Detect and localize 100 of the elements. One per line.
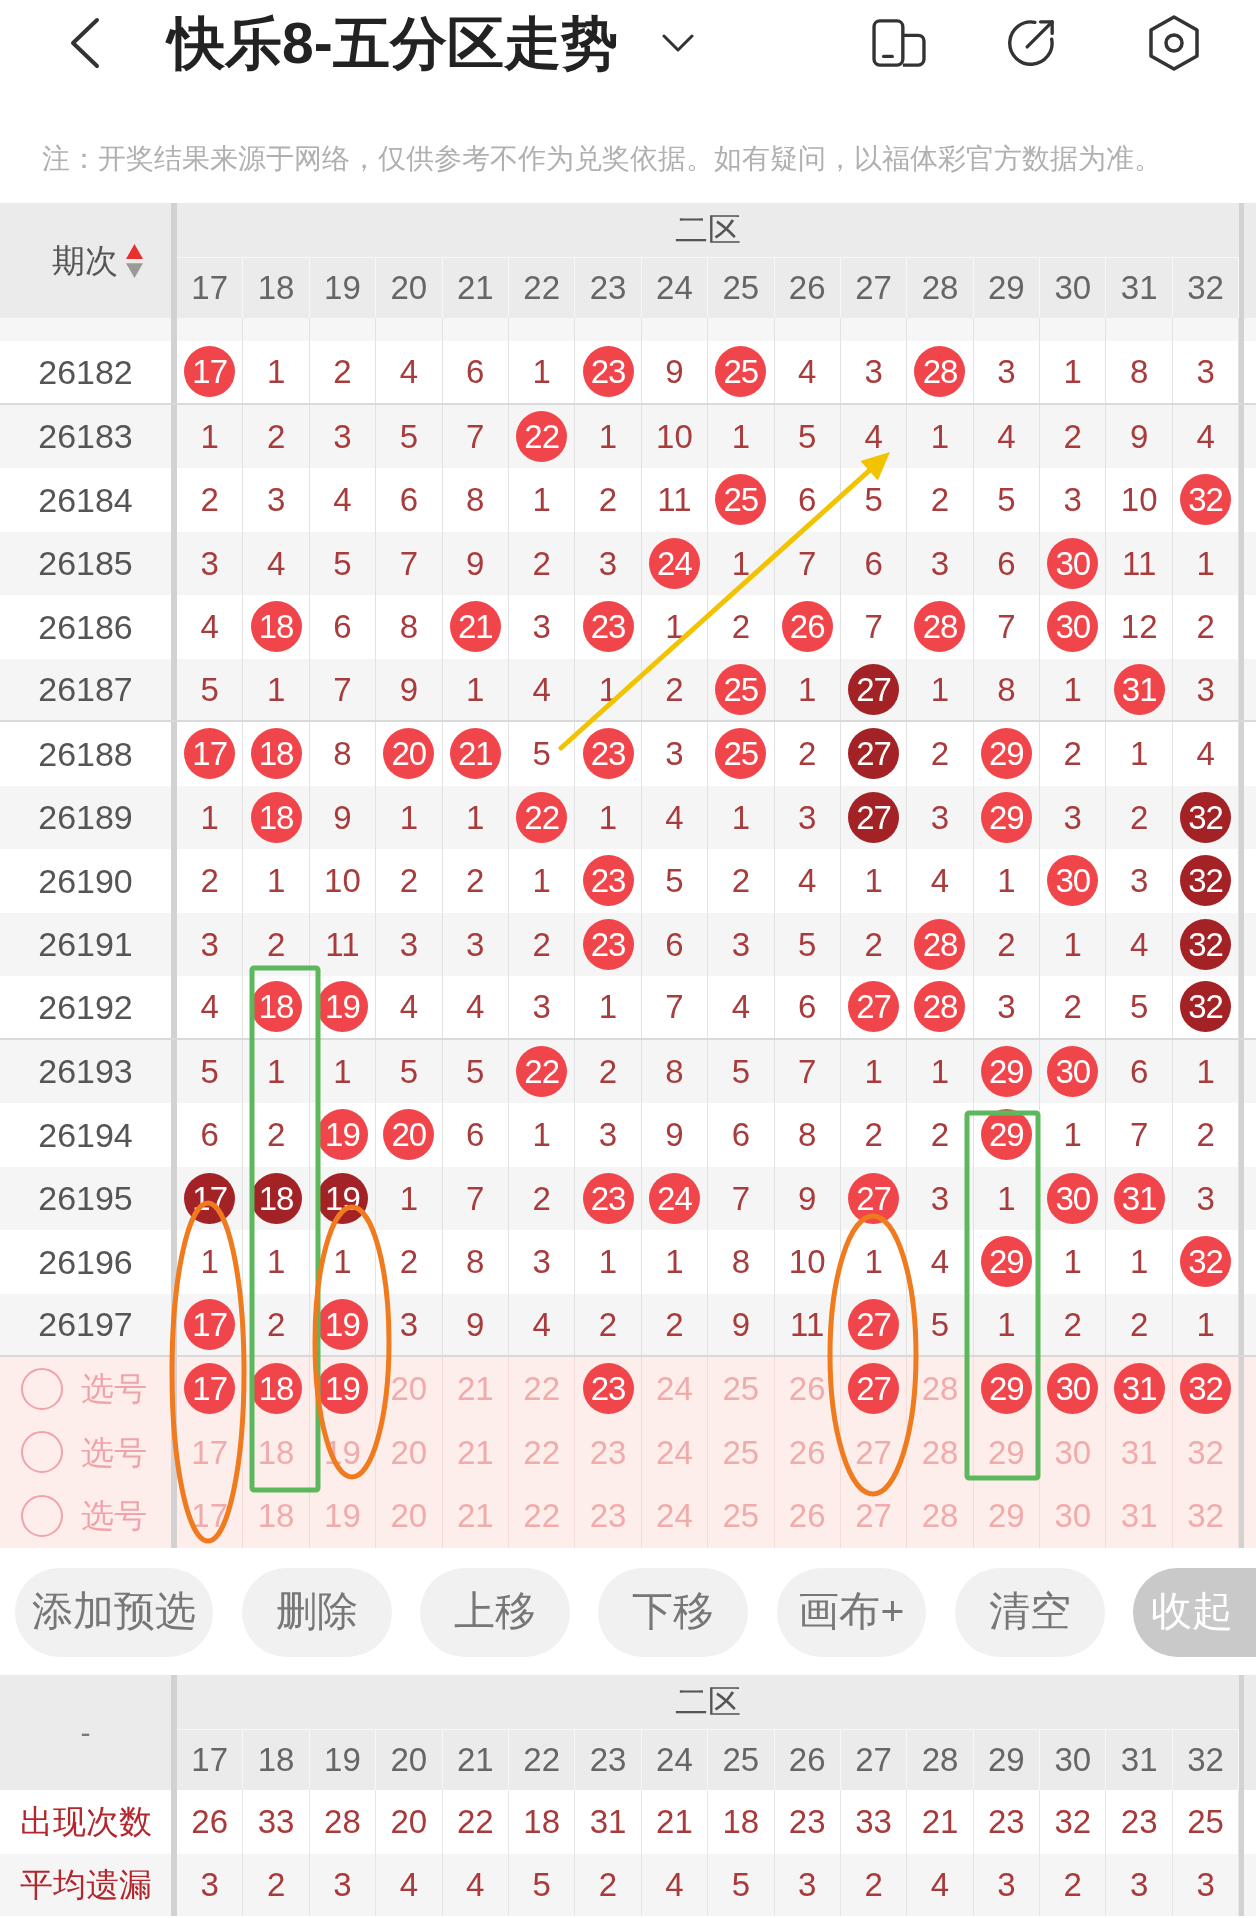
action-button[interactable]: 下移 xyxy=(598,1567,749,1657)
pick-number[interactable]: 28 xyxy=(921,1499,959,1533)
pick-number[interactable]: 27 xyxy=(855,1435,892,1469)
miss-count: 2 xyxy=(864,927,883,961)
corner-label: - xyxy=(80,1714,91,1751)
pick-number[interactable]: 22 xyxy=(523,1372,560,1406)
miss-count: 1 xyxy=(399,800,419,834)
pick-number[interactable]: 20 xyxy=(390,1499,428,1533)
miss-count: 9 xyxy=(1130,419,1149,453)
pick-number[interactable]: 29 xyxy=(988,1499,1025,1533)
miss-count: 1 xyxy=(532,483,551,517)
action-button[interactable]: 上移 xyxy=(420,1567,570,1657)
miss-count: 1 xyxy=(266,1054,286,1088)
pick-number[interactable]: 17 xyxy=(191,1435,229,1469)
pick-number[interactable]: 26 xyxy=(788,1372,826,1406)
column-header[interactable]: 期次 xyxy=(52,235,118,286)
miss-count: 1 xyxy=(200,800,219,834)
pick-number[interactable]: 29 xyxy=(988,1435,1025,1469)
sort-icon[interactable] xyxy=(126,243,143,278)
miss-count: 1 xyxy=(1063,927,1082,961)
miss-count: 4 xyxy=(1130,927,1149,961)
radio-button[interactable] xyxy=(21,1431,63,1474)
miss-count: 1 xyxy=(200,1245,219,1279)
pick-number[interactable]: 28 xyxy=(921,1435,959,1469)
miss-count: 3 xyxy=(532,990,551,1024)
pick-number[interactable]: 26 xyxy=(788,1499,826,1533)
miss-count: 6 xyxy=(466,355,485,389)
pick-number[interactable]: 31 xyxy=(1120,1435,1158,1469)
miss-count: 8 xyxy=(997,672,1016,706)
pick-number[interactable]: 23 xyxy=(589,1499,627,1533)
pick-number[interactable]: 32 xyxy=(1187,1499,1224,1533)
radio-button[interactable] xyxy=(21,1367,63,1410)
miss-count: 1 xyxy=(1130,1245,1149,1279)
action-button[interactable]: 画布+ xyxy=(776,1567,927,1657)
miss-count: 1 xyxy=(1130,737,1149,771)
pick-number[interactable]: 24 xyxy=(656,1499,693,1533)
miss-count: 2 xyxy=(1063,990,1082,1024)
action-button[interactable]: 添加预选 xyxy=(15,1567,214,1657)
pick-number[interactable]: 24 xyxy=(656,1435,693,1469)
settings-icon[interactable] xyxy=(1148,15,1200,71)
action-button[interactable]: 删除 xyxy=(241,1567,392,1657)
screens-icon[interactable] xyxy=(872,19,926,67)
column-number: 29 xyxy=(988,1739,1025,1780)
stat-value: 4 xyxy=(466,1868,485,1901)
pick-number[interactable]: 19 xyxy=(324,1499,361,1533)
pick-label: 选号 xyxy=(81,1435,147,1469)
pick-number[interactable]: 22 xyxy=(523,1435,560,1469)
pick-number[interactable]: 25 xyxy=(722,1372,760,1406)
pick-number[interactable]: 30 xyxy=(1054,1435,1092,1469)
column-number: 23 xyxy=(589,268,627,309)
pick-number[interactable]: 21 xyxy=(456,1372,494,1406)
pick-number[interactable]: 23 xyxy=(589,1435,627,1469)
miss-count: 2 xyxy=(997,927,1016,961)
miss-count: 4 xyxy=(399,355,419,389)
miss-count: 1 xyxy=(466,800,485,834)
column-number: 31 xyxy=(1120,268,1158,309)
pick-number[interactable]: 26 xyxy=(788,1435,826,1469)
column-number: 17 xyxy=(191,268,229,309)
pick-number[interactable]: 20 xyxy=(390,1435,428,1469)
issue-number: 26193 xyxy=(38,1054,133,1089)
pick-number[interactable]: 18 xyxy=(257,1435,295,1469)
pick-number[interactable]: 24 xyxy=(656,1372,693,1406)
miss-count: 1 xyxy=(333,1245,352,1279)
pick-number[interactable]: 21 xyxy=(456,1499,494,1533)
pick-number[interactable]: 25 xyxy=(722,1435,760,1469)
pick-number[interactable]: 20 xyxy=(390,1372,428,1406)
miss-count: 7 xyxy=(466,1181,485,1215)
pick-number[interactable]: 22 xyxy=(523,1499,560,1533)
miss-count: 9 xyxy=(665,355,684,389)
share-icon[interactable] xyxy=(1006,18,1056,68)
miss-count: 4 xyxy=(466,990,485,1024)
pick-number[interactable]: 30 xyxy=(1054,1499,1092,1533)
miss-count: 1 xyxy=(1063,672,1082,706)
pick-number[interactable]: 25 xyxy=(722,1499,760,1533)
stat-value: 21 xyxy=(921,1805,959,1838)
chevron-down-icon[interactable] xyxy=(661,34,694,52)
back-icon[interactable] xyxy=(70,17,100,69)
miss-count: 1 xyxy=(598,990,618,1024)
column-number: 29 xyxy=(988,268,1025,309)
miss-count: 8 xyxy=(1130,355,1149,389)
pick-number[interactable]: 27 xyxy=(855,1499,892,1533)
miss-count: 8 xyxy=(466,1245,485,1279)
miss-count: 1 xyxy=(598,1245,618,1279)
issue-number: 26187 xyxy=(38,672,133,707)
pick-number[interactable]: 31 xyxy=(1120,1499,1158,1533)
miss-count: 4 xyxy=(200,610,219,644)
pick-number[interactable]: 28 xyxy=(921,1372,959,1406)
stat-value: 23 xyxy=(1120,1805,1158,1838)
miss-count: 1 xyxy=(1196,1054,1215,1088)
pick-number[interactable]: 32 xyxy=(1187,1435,1224,1469)
radio-button[interactable] xyxy=(21,1494,63,1537)
miss-count: 7 xyxy=(864,610,883,644)
miss-count: 1 xyxy=(399,1181,419,1215)
pick-number[interactable]: 21 xyxy=(456,1435,494,1469)
stat-value: 5 xyxy=(731,1868,750,1901)
pick-number[interactable]: 18 xyxy=(257,1499,295,1533)
action-button[interactable]: 清空 xyxy=(954,1567,1105,1657)
stat-value: 2 xyxy=(598,1868,618,1901)
miss-count: 7 xyxy=(798,546,817,580)
miss-count: 10 xyxy=(656,419,693,453)
